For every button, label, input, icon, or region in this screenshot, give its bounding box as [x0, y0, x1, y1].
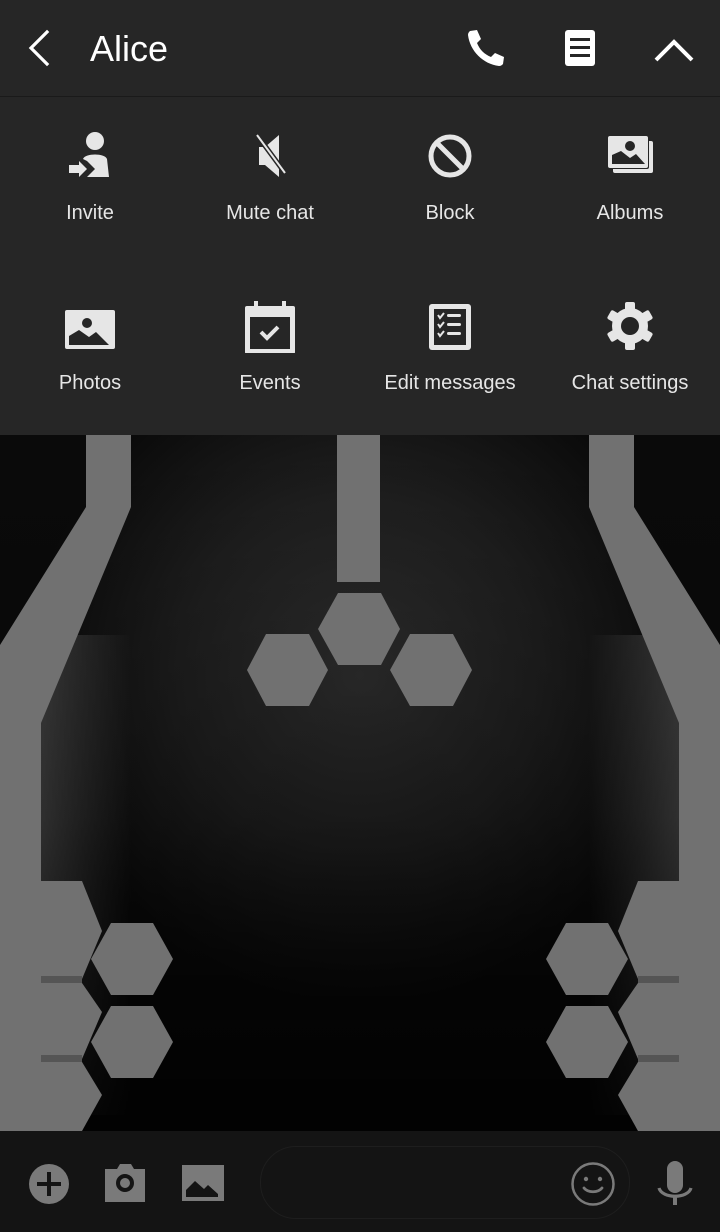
calendar-check-icon: [245, 301, 295, 354]
menu-item-label: Albums: [596, 202, 664, 224]
microphone-icon: [657, 1161, 693, 1205]
menu-item-label: Block: [425, 202, 475, 224]
menu-item-mute-chat[interactable]: Mute chat: [180, 97, 360, 257]
photo-icon: [65, 310, 115, 349]
menu-item-invite[interactable]: Invite: [0, 97, 180, 257]
emoji-button[interactable]: [570, 1161, 616, 1207]
call-button[interactable]: [461, 24, 509, 72]
gear-icon: [607, 302, 653, 350]
menu-item-label: Chat settings: [571, 372, 689, 394]
menu-item-events[interactable]: Events: [180, 267, 360, 427]
voice-message-button[interactable]: [652, 1161, 698, 1207]
chevron-left-icon: [28, 29, 50, 67]
chat-title: Alice: [90, 28, 169, 69]
hexagon-pattern: [0, 435, 720, 1131]
smiley-icon: [571, 1162, 615, 1206]
chat-header: Alice: [0, 0, 720, 97]
add-attachment-button[interactable]: [26, 1161, 72, 1207]
notes-button[interactable]: [556, 24, 604, 72]
chat-background-wallpaper: [0, 435, 720, 1131]
camera-button[interactable]: [102, 1161, 148, 1207]
image-icon: [182, 1165, 224, 1201]
menu-item-label: Photos: [58, 372, 122, 394]
camera-icon: [105, 1164, 145, 1202]
invite-user-icon: [69, 132, 109, 177]
note-icon: [565, 30, 595, 66]
chat-options-menu: Invite Mute chat Block Albums Photos Eve…: [0, 97, 720, 435]
menu-item-chat-settings[interactable]: Chat settings: [540, 267, 720, 427]
menu-item-albums[interactable]: Albums: [540, 97, 720, 257]
gallery-button[interactable]: [180, 1161, 226, 1207]
message-text-input[interactable]: [285, 1165, 565, 1201]
menu-item-label: Events: [239, 372, 301, 394]
checklist-icon: [429, 304, 471, 350]
menu-item-photos[interactable]: Photos: [0, 267, 180, 427]
menu-item-block[interactable]: Block: [360, 97, 540, 257]
menu-item-label: Mute chat: [226, 202, 314, 224]
back-button[interactable]: [18, 24, 62, 72]
menu-item-edit-messages[interactable]: Edit messages: [360, 267, 540, 427]
collapse-menu-button[interactable]: [650, 24, 698, 72]
speaker-muted-icon: [254, 133, 288, 177]
menu-item-label: Invite: [66, 202, 114, 224]
phone-icon: [468, 30, 504, 66]
chevron-up-icon: [654, 39, 694, 62]
menu-item-label: Edit messages: [384, 372, 516, 394]
block-icon: [428, 134, 472, 178]
message-input-bar: [0, 1131, 720, 1232]
plus-circle-icon: [29, 1164, 69, 1204]
albums-icon: [608, 136, 653, 173]
